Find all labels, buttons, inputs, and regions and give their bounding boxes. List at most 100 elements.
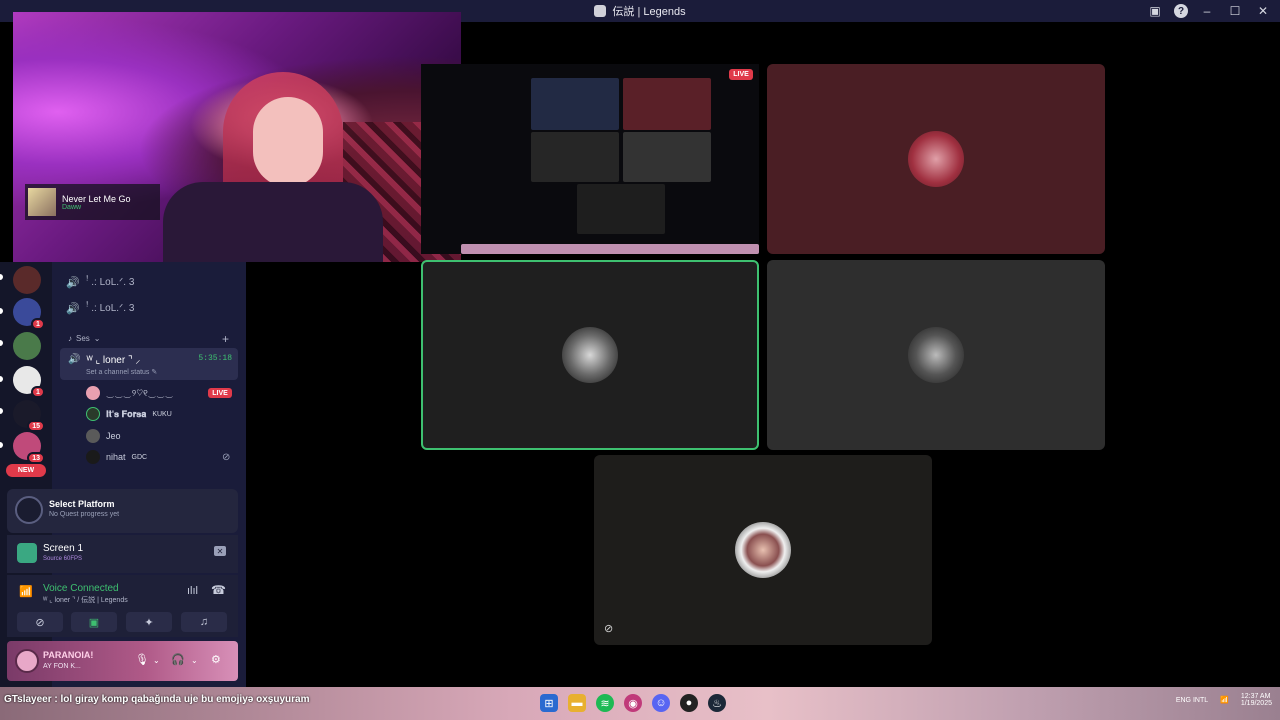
file-explorer-icon[interactable]: ▬ xyxy=(568,694,586,712)
participant-tile-3[interactable] xyxy=(767,260,1105,450)
participant-tile-2[interactable] xyxy=(421,260,759,450)
share-screen-button[interactable]: ▣ xyxy=(71,612,117,632)
server-icon-3[interactable] xyxy=(13,332,41,360)
quest-card[interactable]: Select Platform No Quest progress yet xyxy=(7,489,238,533)
chevron-down-icon[interactable]: ⌄ xyxy=(153,656,160,665)
speaker-icon: 🔊 xyxy=(66,303,80,315)
voice-member[interactable]: nihat GDC xyxy=(86,450,147,464)
microphone-icon[interactable]: 🎙 xyxy=(135,653,149,666)
now-playing-title: Never Let Me Go xyxy=(62,193,131,204)
server-badge: 1 xyxy=(31,386,45,398)
taskbar: GTslayeer : lol giray komp qabağında uje… xyxy=(0,687,1280,720)
obs-icon[interactable]: ● xyxy=(680,694,698,712)
stream-mini-tile xyxy=(531,78,619,130)
voice-channel-2[interactable]: 🔊 ꜝ .: LoL.ᐟ. 3 xyxy=(66,302,134,315)
speaker-icon: 🔊 xyxy=(68,353,81,365)
stop-share-icon[interactable]: ✕ xyxy=(214,546,226,556)
soundboard-button[interactable]: ♫ xyxy=(181,612,227,632)
server-badge: 13 xyxy=(27,452,45,464)
unread-pip xyxy=(0,340,3,346)
channel-status-text: Set a channel status xyxy=(86,369,150,376)
live-badge: LIVE xyxy=(208,388,232,398)
stream-mini-tile xyxy=(623,78,711,130)
clock[interactable]: 12:37 AM 1/19/2025 xyxy=(1241,693,1272,707)
server-icon-6[interactable]: 13 xyxy=(13,432,45,464)
headphones-icon[interactable]: 🎧 xyxy=(171,653,185,666)
activities-button[interactable]: ✦ xyxy=(126,612,172,632)
participant-tile-1[interactable] xyxy=(767,64,1105,254)
stream-tile[interactable]: LIVE xyxy=(421,64,759,254)
voice-status[interactable]: Voice Connected xyxy=(43,583,119,594)
stream-mini-tile xyxy=(577,184,665,234)
now-playing-artist: Daww xyxy=(62,203,82,211)
minimize-button[interactable]: – xyxy=(1198,2,1216,20)
taskbar-apps: ⊞ ▬ ≋ ◉ ☺ ● ♨ xyxy=(540,694,726,712)
user-panel: PARANOIA! AY FON K... 🎙 ⌄ 🎧 ⌄ ⚙ xyxy=(7,641,238,681)
person-face-shape xyxy=(253,97,323,187)
inbox-icon[interactable]: ▣ xyxy=(1146,2,1164,20)
help-icon[interactable]: ? xyxy=(1174,4,1188,18)
user-status: AY FON K... xyxy=(43,663,81,670)
chat-ticker: GTslayeer : lol giray komp qabağında uje… xyxy=(4,694,310,705)
wifi-icon[interactable]: 📶 xyxy=(1220,696,1229,704)
chevron-down-icon: ⌄ xyxy=(93,334,101,343)
avatar xyxy=(908,327,964,383)
mic-off-icon: ⊘ xyxy=(604,623,614,635)
discord-icon[interactable]: ☺ xyxy=(652,694,670,712)
close-button[interactable]: ✕ xyxy=(1254,2,1272,20)
participant-tile-4[interactable]: ⊘ xyxy=(594,455,932,645)
steam-icon[interactable]: ♨ xyxy=(708,694,726,712)
spotify-icon[interactable]: ≋ xyxy=(596,694,614,712)
new-pill[interactable]: NEW xyxy=(6,464,46,477)
language-indicator[interactable]: ENG INTL xyxy=(1176,697,1208,704)
member-name: 𝐈𝐭'𝐬 𝐅𝐨𝐫𝐬𝐚 xyxy=(106,408,147,419)
now-playing-widget: Never Let Me Go Daww xyxy=(25,184,160,220)
quest-icon xyxy=(15,496,43,524)
album-art xyxy=(28,188,56,216)
noise-suppression-icon[interactable]: ılıl xyxy=(187,585,198,597)
voice-member[interactable]: ‿‿‿୨♡୧‿‿‿ xyxy=(86,386,174,400)
maximize-button[interactable]: ☐ xyxy=(1226,2,1244,20)
muted-icon: ⊘ xyxy=(222,452,231,463)
window-title: 伝説 | Legends xyxy=(612,6,686,18)
avatar xyxy=(86,386,100,400)
stream-mini-tile xyxy=(531,132,619,182)
server-badge: 15 xyxy=(27,420,45,432)
active-channel-name-group: 🔊 ᵂ ⌞ loner ⌝ ⸝ xyxy=(68,352,140,367)
server-icon-5[interactable]: 15 xyxy=(13,400,45,432)
server-icon-2[interactable]: 1 xyxy=(13,298,45,330)
disconnect-icon[interactable]: ☎ xyxy=(211,583,226,597)
active-voice-channel[interactable]: 🔊 ᵂ ⌞ loner ⌝ ⸝ 5:35:18 Set a channel st… xyxy=(60,348,238,380)
unread-pip xyxy=(0,308,3,314)
avatar xyxy=(86,407,100,421)
chevron-down-icon[interactable]: ⌄ xyxy=(191,656,198,665)
voice-member[interactable]: 𝐈𝐭'𝐬 𝐅𝐨𝐫𝐬𝐚 KUKU xyxy=(86,407,172,421)
camera-off-button[interactable]: ⊘ xyxy=(17,612,63,632)
avatar xyxy=(86,429,100,443)
category-ses[interactable]: ♪ Ses ⌄ xyxy=(68,334,101,343)
voice-location[interactable]: ᵂ ⌞ loner ⌝ / 伝説 | Legends xyxy=(43,595,128,605)
screen-share-subtitle: Source 60FPS xyxy=(43,556,83,562)
voice-member[interactable]: Jeo xyxy=(86,429,121,443)
avatar[interactable] xyxy=(15,649,39,673)
add-channel-icon[interactable]: + xyxy=(222,332,229,346)
window-controls: ▣ ? – ☐ ✕ xyxy=(1146,2,1272,20)
start-icon[interactable]: ⊞ xyxy=(540,694,558,712)
channel-label: ꜝ .: LoL.ᐟ. 3 xyxy=(85,277,135,288)
unread-pip xyxy=(0,274,3,280)
gear-icon[interactable]: ⚙ xyxy=(211,653,221,666)
quest-subtitle: No Quest progress yet xyxy=(49,511,120,518)
signal-icon[interactable]: 📶 xyxy=(19,585,33,598)
category-label: Ses xyxy=(76,334,90,343)
unread-pip xyxy=(0,442,3,448)
voice-connected-panel: 📶 Voice Connected ᵂ ⌞ loner ⌝ / 伝説 | Leg… xyxy=(7,575,238,637)
clock-date: 1/19/2025 xyxy=(1240,700,1272,707)
window-title-group: 伝説 | Legends xyxy=(594,3,686,19)
server-icon-4[interactable]: 1 xyxy=(13,366,45,398)
app-icon[interactable]: ◉ xyxy=(624,694,642,712)
avatar xyxy=(735,522,791,578)
voice-channel-1[interactable]: 🔊 ꜝ .: LoL.ᐟ. 3 xyxy=(66,276,134,289)
member-tag: KUKU xyxy=(152,410,172,418)
channel-status[interactable]: Set a channel status ✎ xyxy=(86,368,157,376)
server-icon-1[interactable] xyxy=(13,266,41,294)
